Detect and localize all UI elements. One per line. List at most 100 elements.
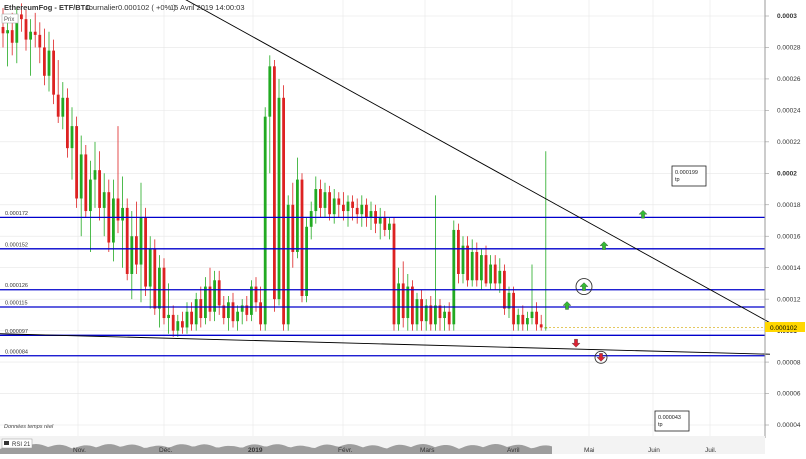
level-label: 0.000097: [5, 329, 28, 335]
y-tick-label: 0.00006: [777, 391, 801, 398]
candle-down: [24, 19, 28, 40]
candle-up: [369, 211, 373, 218]
candle-up: [360, 204, 364, 215]
chart-svg: 0.0003 0.00028 0.00026 0.00024 0.00022 0.0002…: [0, 0, 806, 454]
candle-up: [489, 264, 492, 284]
candle-down: [231, 302, 235, 322]
y-tick-label: 0.00014: [777, 265, 801, 272]
x-tick-label: Nov.: [73, 447, 86, 454]
candle-up: [424, 305, 428, 322]
target-box-upper-frame: [671, 165, 707, 187]
candle-down: [20, 14, 23, 20]
candle-down: [512, 292, 515, 325]
candle-up: [79, 154, 83, 199]
period-label: Journalier: [85, 3, 118, 12]
candle-up: [176, 321, 180, 331]
price-tag-label: Prix: [4, 17, 14, 23]
candle-down: [190, 311, 193, 325]
header-price: 0.000102 ( +0% ): [118, 3, 176, 12]
candle-up: [498, 270, 502, 284]
candle-down: [535, 311, 538, 325]
candle-up: [47, 50, 51, 76]
candle-down: [181, 321, 184, 328]
candle-down: [98, 170, 101, 208]
candle-down: [144, 217, 147, 287]
candle-down: [10, 30, 14, 43]
candle-up: [323, 192, 327, 208]
candle-down: [383, 217, 387, 230]
x-tick-label: 2019: [248, 447, 263, 454]
candle-down: [484, 255, 488, 284]
candle-up: [461, 245, 465, 274]
candle-down: [401, 283, 405, 319]
candle-down: [447, 311, 451, 325]
chart-container: 0.0003 0.00028 0.00026 0.00024 0.00022 0.0002…: [0, 0, 806, 454]
candle-down: [342, 204, 345, 212]
candle-up: [530, 311, 534, 319]
candle-up: [346, 201, 350, 212]
candle-up: [406, 286, 410, 319]
candle-up: [29, 31, 32, 40]
level-label: 0.000126: [5, 283, 28, 289]
candle-up: [443, 311, 446, 319]
x-tick-label: Juil.: [705, 447, 717, 454]
y-tick-label: 0.00008: [777, 359, 801, 366]
target-lower-tag: tp: [658, 422, 663, 428]
realtime-note: Données temps réel: [4, 424, 54, 430]
y-tick-label: 0.00004: [777, 422, 801, 429]
candle-up: [452, 229, 456, 325]
candle-down: [420, 299, 423, 322]
target-lower-value: 0.000043: [658, 415, 681, 421]
y-tick-label: 0.0003: [777, 13, 797, 20]
candle-up: [236, 311, 239, 322]
candle-up: [296, 179, 299, 252]
x-tick-label: Mai: [584, 447, 594, 454]
target-upper-tag: tp: [675, 177, 680, 183]
candle-down: [1, 27, 5, 34]
candle-up: [378, 217, 382, 224]
y-tick-label: 0.00012: [777, 296, 801, 303]
candle-up: [148, 248, 152, 287]
level-label: 0.000115: [5, 301, 28, 307]
candle-down: [254, 286, 258, 303]
candle-down: [259, 302, 262, 325]
candle-down: [75, 126, 78, 199]
candle-up: [185, 311, 189, 328]
candle-down: [337, 198, 341, 205]
candle-up: [70, 126, 74, 149]
candle-down: [38, 34, 42, 48]
candle-up: [139, 217, 143, 265]
candle-down: [429, 305, 433, 325]
x-tick-label: Déc.: [159, 447, 173, 454]
candle-up: [112, 198, 115, 243]
candle-down: [171, 314, 175, 331]
candle-down: [56, 94, 60, 117]
level-label: 0.000084: [5, 349, 28, 355]
candle-up: [516, 314, 520, 325]
x-tick-label: Mars: [420, 447, 435, 454]
candle-down: [466, 245, 469, 281]
candle-up: [526, 318, 529, 325]
candle-up: [158, 267, 161, 309]
candle-up: [388, 223, 391, 230]
y-tick-label: 0.00028: [777, 45, 801, 52]
candle-up: [194, 299, 198, 325]
candle-up: [305, 226, 308, 297]
rsi-tab-label: RSI 21: [12, 442, 31, 448]
candle-down: [273, 66, 276, 300]
candle-down: [52, 50, 55, 95]
y-tick-label: 0.00026: [777, 76, 801, 83]
candle-down: [392, 223, 396, 325]
candle-down: [33, 31, 37, 35]
x-tick-label: Févr.: [338, 447, 353, 454]
y-tick-label: 0.00022: [777, 139, 801, 146]
candle-down: [521, 314, 525, 325]
candle-down: [328, 192, 331, 215]
candle-down: [199, 299, 203, 319]
target-box-lower-frame: [654, 410, 690, 432]
candle-down: [319, 189, 322, 208]
candle-up: [61, 97, 65, 117]
candle-up: [314, 189, 318, 212]
level-label: 0.000152: [5, 242, 28, 248]
y-tick-label: 0.00018: [777, 202, 801, 209]
